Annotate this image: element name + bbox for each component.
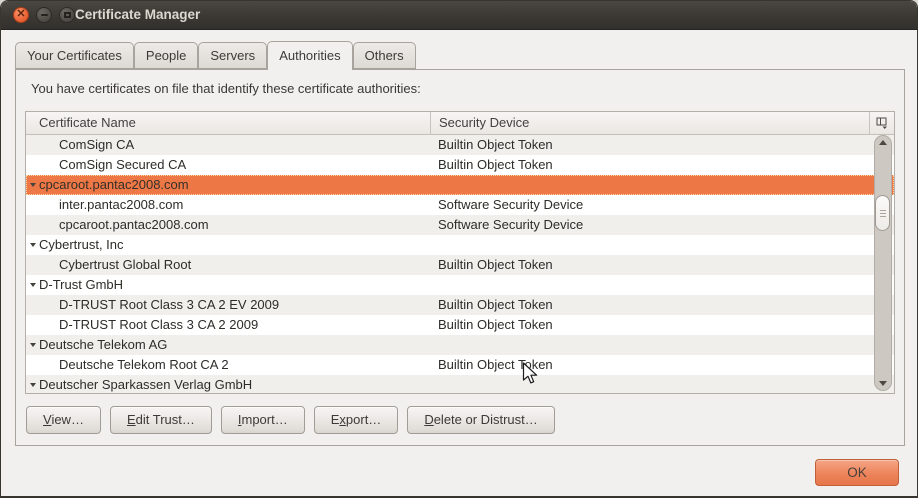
certificate-name-cell: D-Trust GmbH [39,275,123,295]
certificate-name-cell: cpcaroot.pantac2008.com [59,215,209,235]
window-controls: ✕ [13,7,75,23]
table-row[interactable]: D-TRUST Root Class 3 CA 2 2009 Builtin O… [26,315,894,335]
table-row[interactable]: Deutscher Sparkassen Verlag GmbH [26,375,894,394]
expanded-twisty-icon[interactable] [30,243,36,247]
security-device-cell: Builtin Object Token [438,255,553,275]
action-button-row: View… Edit Trust… Import… Export… Delete or … [26,406,564,434]
window-title: Certificate Manager [75,7,200,22]
titlebar[interactable]: ✕ Certificate Manager [1,1,917,30]
edit-trust-button[interactable]: Edit Trust… [110,406,212,434]
certificate-name-cell: Cybertrust Global Root [59,255,191,275]
expanded-twisty-icon[interactable] [30,183,36,187]
import-button[interactable]: Import… [221,406,305,434]
table-row[interactable]: ComSign CA Builtin Object Token [26,135,894,155]
table-row[interactable]: inter.pantac2008.com Software Security D… [26,195,894,215]
minimize-button[interactable] [36,7,52,23]
export-button[interactable]: Export… [314,406,399,434]
scroll-up-icon[interactable] [879,140,887,145]
certificate-name-cell: inter.pantac2008.com [59,195,183,215]
security-device-cell: Builtin Object Token [438,355,553,375]
tab-authorities[interactable]: Authorities [267,41,352,70]
security-device-cell: Builtin Object Token [438,135,553,155]
table-row[interactable]: Cybertrust Global Root Builtin Object To… [26,255,894,275]
tab-others[interactable]: Others [353,42,416,69]
certificate-name-cell: D-TRUST Root Class 3 CA 2 EV 2009 [59,295,279,315]
description-text: You have certificates on file that ident… [31,81,421,96]
table-row[interactable]: Cybertrust, Inc [26,235,894,255]
table-row[interactable]: D-TRUST Root Class 3 CA 2 EV 2009 Builti… [26,295,894,315]
certificate-name-cell: ComSign Secured CA [59,155,186,175]
certificate-name-cell: Deutsche Telekom AG [39,335,167,355]
maximize-icon [64,12,71,18]
tab-servers[interactable]: Servers [198,42,267,69]
vertical-scrollbar[interactable] [874,135,892,391]
table-row[interactable]: D-Trust GmbH [26,275,894,295]
column-header-security-device[interactable]: Security Device [430,112,869,134]
certificate-name-cell: Deutsche Telekom Root CA 2 [59,355,229,375]
table-row[interactable]: cpcaroot.pantac2008.com [26,175,894,195]
table-body: ComSign CA Builtin Object Token ComSign … [26,135,894,394]
scrollbar-thumb[interactable] [875,195,890,231]
certificate-manager-window: ✕ Certificate Manager Your CertificatesP… [0,0,918,498]
close-button[interactable]: ✕ [13,7,29,23]
table-row[interactable]: cpcaroot.pantac2008.com Software Securit… [26,215,894,235]
view-button[interactable]: View… [26,406,101,434]
table-header: Certificate Name Security Device [26,112,894,135]
scroll-down-icon[interactable] [879,381,887,386]
certificate-name-cell: D-TRUST Root Class 3 CA 2 2009 [59,315,258,335]
delete-or-distrust-button[interactable]: Delete or Distrust… [407,406,554,434]
table-row[interactable]: Deutsche Telekom AG [26,335,894,355]
tab-your-certificates[interactable]: Your Certificates [15,42,134,69]
close-icon: ✕ [16,9,25,20]
certificate-name-cell: ComSign CA [59,135,134,155]
certificates-table: Certificate Name Security Device ComSign… [25,111,895,394]
security-device-cell: Software Security Device [438,195,583,215]
minimize-icon [41,14,48,16]
expanded-twisty-icon[interactable] [30,343,36,347]
column-picker-icon [876,117,889,129]
security-device-cell: Builtin Object Token [438,295,553,315]
certificate-name-cell: Cybertrust, Inc [39,235,124,255]
ok-button[interactable]: OK [815,459,899,486]
certificate-name-cell: cpcaroot.pantac2008.com [39,175,189,195]
maximize-button[interactable] [59,7,75,23]
tab-bar: Your CertificatesPeopleServersAuthoritie… [15,42,416,69]
security-device-cell: Software Security Device [438,215,583,235]
security-device-cell: Builtin Object Token [438,155,553,175]
column-picker-button[interactable] [869,112,894,134]
table-row[interactable]: Deutsche Telekom Root CA 2 Builtin Objec… [26,355,894,375]
tab-people[interactable]: People [134,42,198,69]
certificate-name-cell: Deutscher Sparkassen Verlag GmbH [39,375,252,394]
expanded-twisty-icon[interactable] [30,383,36,387]
expanded-twisty-icon[interactable] [30,283,36,287]
table-row[interactable]: ComSign Secured CA Builtin Object Token [26,155,894,175]
column-header-certificate-name[interactable]: Certificate Name [26,112,430,134]
security-device-cell: Builtin Object Token [438,315,553,335]
